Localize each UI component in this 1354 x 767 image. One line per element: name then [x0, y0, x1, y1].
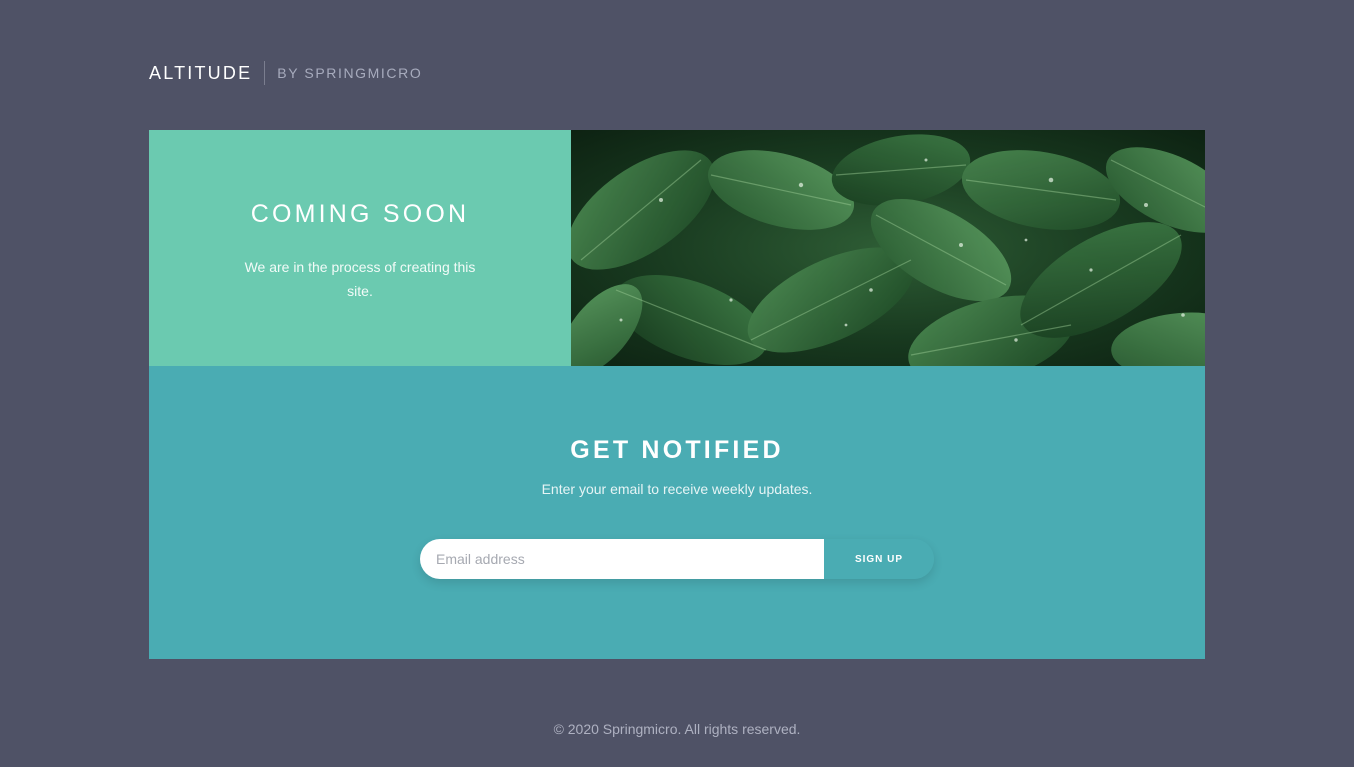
brand-byline: BY SPRINGMICRO [277, 65, 423, 81]
brand-name[interactable]: ALTITUDE [149, 63, 252, 84]
site-header: ALTITUDE BY SPRINGMICRO [149, 60, 422, 86]
leaves-photo-graphic [571, 134, 1205, 366]
notify-text: Enter your email to receive weekly updat… [541, 481, 813, 497]
signup-form: SIGN UP [420, 539, 934, 579]
footer-copyright: © 2020 Springmicro. All rights reserved. [553, 721, 801, 737]
coming-soon-panel: COMING SOON We are in the process of cre… [149, 130, 571, 366]
notify-title: GET NOTIFIED [570, 436, 784, 464]
header-divider [264, 61, 266, 85]
coming-soon-text: We are in the process of creating this s… [244, 259, 476, 299]
hero-section: COMING SOON We are in the process of cre… [149, 130, 1205, 366]
email-input[interactable] [420, 539, 824, 579]
coming-soon-title: COMING SOON [250, 200, 470, 228]
sign-up-button[interactable]: SIGN UP [824, 539, 934, 579]
notify-section: GET NOTIFIED Enter your email to receive… [149, 366, 1205, 659]
leaves-photo-icon [571, 130, 1205, 366]
